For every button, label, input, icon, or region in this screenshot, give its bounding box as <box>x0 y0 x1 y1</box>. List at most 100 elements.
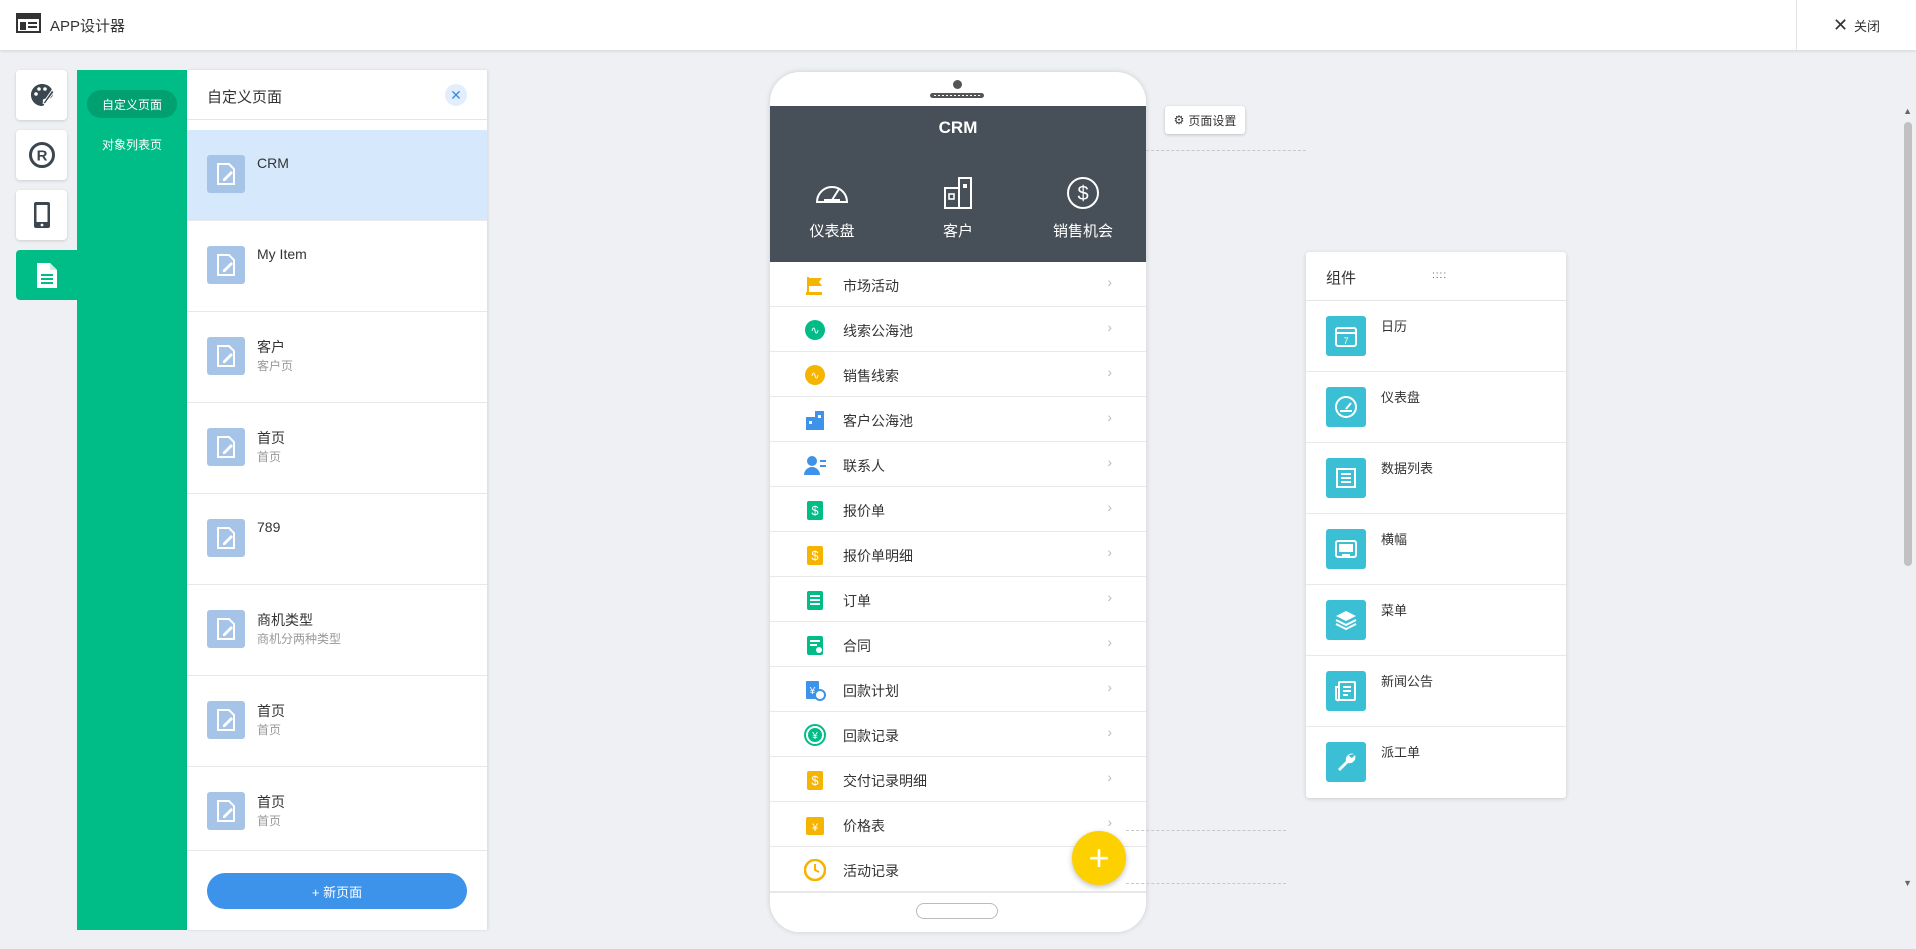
scroll-down-icon[interactable]: ▼ <box>1903 878 1912 888</box>
svg-text:¥: ¥ <box>811 822 819 834</box>
phone-menu-item[interactable]: $ 报价单明细 › <box>770 532 1146 577</box>
add-fab-button[interactable]: + <box>1072 831 1126 885</box>
component-label: 菜单 <box>1381 603 1408 618</box>
price-list-icon: ¥ <box>804 814 826 836</box>
phone-menu-label: 活动记录 <box>843 863 899 879</box>
tool-theme-button[interactable] <box>16 70 67 120</box>
page-item[interactable]: 首页 首页 <box>187 767 487 851</box>
plus-icon: + <box>1088 837 1110 878</box>
close-button[interactable]: ✕ 关闭 <box>1796 0 1916 50</box>
nav-item-object-list-pages[interactable]: 对象列表页 <box>77 136 187 153</box>
shortcut-label: 客户 <box>942 223 973 240</box>
component-label: 新闻公告 <box>1381 674 1434 689</box>
gear-icon: ⚙ <box>1173 113 1185 127</box>
chevron-right-icon: › <box>1107 634 1112 650</box>
phone-header[interactable]: CRM 仪表盘 客户 $ 销售机会 <box>770 106 1146 262</box>
page-type-nav: 自定义页面 对象列表页 <box>77 70 187 930</box>
phone-menu-item[interactable]: ∿ 线索公海池 › <box>770 307 1146 352</box>
page-item[interactable]: 商机类型 商机分两种类型 <box>187 585 487 676</box>
nav-item-custom-pages[interactable]: 自定义页面 <box>87 90 177 118</box>
phone-bottom-bezel <box>770 892 1146 932</box>
chevron-right-icon: › <box>1107 274 1112 290</box>
phone-menu-item[interactable]: ¥ 回款计划 › <box>770 667 1146 712</box>
svg-text:∿: ∿ <box>810 325 819 337</box>
speaker-icon <box>930 93 984 98</box>
component-calendar[interactable]: 7 日历 <box>1306 301 1566 372</box>
page-edit-icon <box>207 701 245 739</box>
scrollbar-thumb[interactable] <box>1904 122 1912 566</box>
phone-menu-item[interactable]: 订单 › <box>770 577 1146 622</box>
phone-menu-item[interactable]: 联系人 › <box>770 442 1146 487</box>
shortcut-dashboard[interactable]: 仪表盘 <box>782 174 882 241</box>
component-data-list[interactable]: 数据列表 <box>1306 443 1566 514</box>
phone-menu-item[interactable]: 合同 › <box>770 622 1146 667</box>
chevron-right-icon: › <box>1107 589 1112 605</box>
tool-device-button[interactable] <box>16 190 67 240</box>
page-edit-icon <box>207 519 245 557</box>
components-header[interactable]: 组件 :::: <box>1306 252 1566 301</box>
menu-layers-icon <box>1326 600 1366 640</box>
page-edit-icon <box>207 246 245 284</box>
news-icon <box>1326 671 1366 711</box>
svg-text:$: $ <box>811 548 819 563</box>
svg-text:¥: ¥ <box>811 731 818 742</box>
phone-menu-item[interactable]: $ 交付记录明细 › <box>770 757 1146 802</box>
close-label: 关闭 <box>1854 18 1881 34</box>
component-work-order[interactable]: 派工单 <box>1306 727 1566 798</box>
phone-menu-label: 价格表 <box>843 818 885 834</box>
svg-text:$: $ <box>811 503 819 518</box>
page-item[interactable]: My Item <box>187 221 487 312</box>
page-name: My Item <box>257 246 307 262</box>
chevron-right-icon: › <box>1107 769 1112 785</box>
component-dashboard[interactable]: 仪表盘 <box>1306 372 1566 443</box>
delivery-icon: $ <box>804 769 826 791</box>
page-settings-button[interactable]: ⚙ 页面设置 <box>1165 106 1245 134</box>
chevron-right-icon: › <box>1107 724 1112 740</box>
page-edit-icon <box>207 792 245 830</box>
tool-pages-button[interactable] <box>16 250 78 300</box>
shortcut-opportunity[interactable]: $ 销售机会 <box>1033 174 1133 241</box>
leads-pool-icon: ∿ <box>804 319 826 341</box>
drag-handle-icon[interactable]: :::: <box>1432 270 1447 281</box>
page-subtitle: 客户页 <box>257 359 294 373</box>
payment-record-icon: ¥ <box>804 724 826 746</box>
chevron-right-icon: › <box>1107 499 1112 515</box>
page-item[interactable]: 首页 首页 <box>187 403 487 494</box>
component-banner[interactable]: 横幅 <box>1306 514 1566 585</box>
phone-menu-item[interactable]: 客户公海池 › <box>770 397 1146 442</box>
home-button <box>916 903 998 919</box>
dashboard-icon <box>1326 387 1366 427</box>
panel-close-button[interactable]: ✕ <box>445 84 467 106</box>
svg-text:$: $ <box>811 773 819 788</box>
page-subtitle: 首页 <box>257 814 282 828</box>
page-item[interactable]: 首页 首页 <box>187 676 487 767</box>
page-panel-title: 自定义页面 <box>207 89 283 106</box>
phone-menu-item[interactable]: $ 报价单 › <box>770 487 1146 532</box>
quote-detail-icon: $ <box>804 544 826 566</box>
new-page-button[interactable]: + 新页面 <box>207 873 467 909</box>
tool-brand-button[interactable]: R <box>16 130 67 180</box>
contract-icon <box>804 634 826 656</box>
leads-icon: ∿ <box>804 364 826 386</box>
page-item[interactable]: 789 <box>187 494 487 585</box>
page-item[interactable]: 客户 客户页 <box>187 312 487 403</box>
component-menu[interactable]: 菜单 <box>1306 585 1566 656</box>
page-item[interactable]: CRM <box>187 130 487 221</box>
page-edit-icon <box>207 337 245 375</box>
page-name: 首页 <box>257 794 285 810</box>
shortcut-customer[interactable]: 客户 <box>908 174 1008 241</box>
chevron-right-icon: › <box>1107 679 1112 695</box>
order-icon <box>804 589 826 611</box>
page-list-panel: 自定义页面 ✕ CRM My Item 客户 客户页 首页 首页 789 商机类… <box>187 70 487 930</box>
scroll-up-icon[interactable]: ▲ <box>1903 106 1912 116</box>
svg-text:$: $ <box>1077 183 1088 205</box>
wrench-icon <box>1326 742 1366 782</box>
phone-menu-item[interactable]: ¥ 回款记录 › <box>770 712 1146 757</box>
flag-icon <box>804 274 826 296</box>
page-subtitle: 商机分两种类型 <box>257 632 342 646</box>
close-icon: ✕ <box>1832 15 1849 35</box>
phone-menu-item[interactable]: 市场活动 › <box>770 262 1146 307</box>
activity-icon <box>804 859 826 881</box>
phone-menu-item[interactable]: ∿ 销售线索 › <box>770 352 1146 397</box>
component-news[interactable]: 新闻公告 <box>1306 656 1566 727</box>
